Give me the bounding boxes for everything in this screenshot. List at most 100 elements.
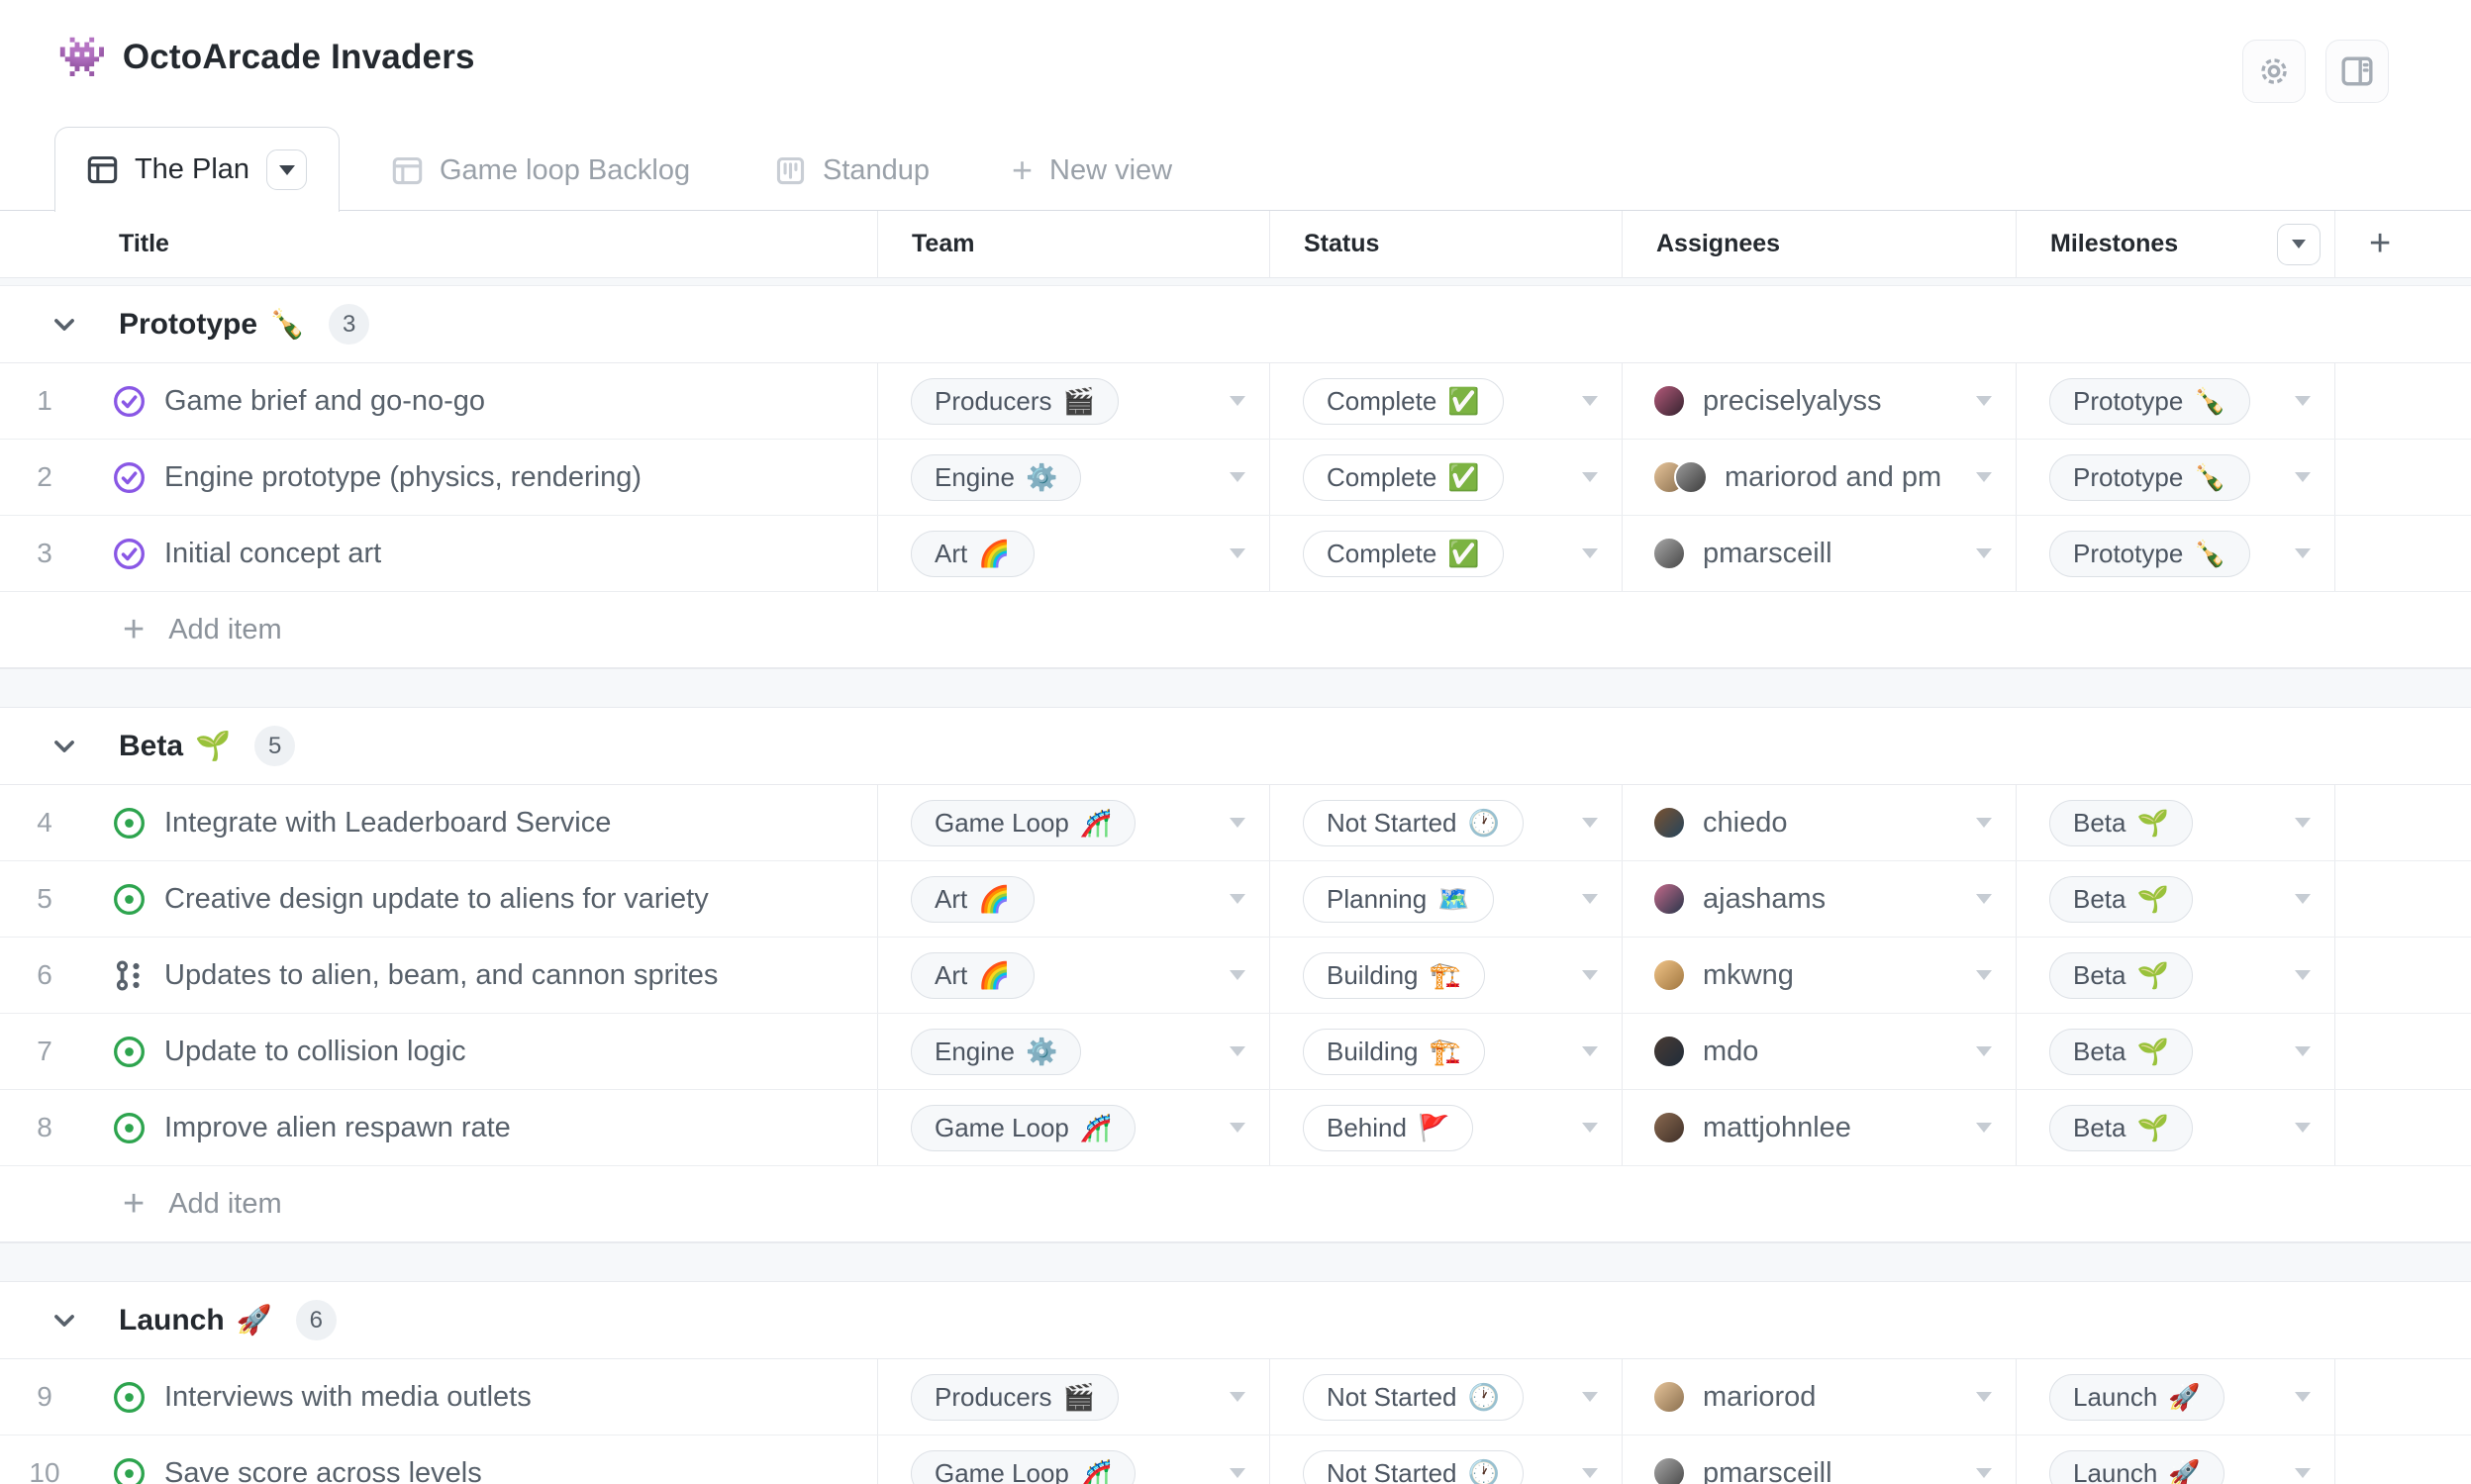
team-pill[interactable]: Game Loop 🎢: [911, 1104, 1137, 1151]
item-title[interactable]: Initial concept art: [164, 538, 381, 570]
column-header-team[interactable]: Team: [877, 211, 1269, 277]
assignees-cell[interactable]: mkwng: [1622, 938, 2016, 1013]
status-pill[interactable]: Complete ✅: [1303, 453, 1504, 501]
avatar[interactable]: [1652, 1035, 1686, 1068]
cell-dropdown-caret-icon[interactable]: [2295, 472, 2311, 482]
status-cell[interactable]: Building 🏗️: [1269, 938, 1622, 1013]
cell-dropdown-caret-icon[interactable]: [1976, 970, 1992, 980]
assignees-cell[interactable]: mariorod and pm: [1622, 440, 2016, 515]
cell-dropdown-caret-icon[interactable]: [2295, 396, 2311, 406]
team-cell[interactable]: Art 🌈: [877, 516, 1269, 591]
milestone-pill[interactable]: Beta 🌱: [2049, 1104, 2193, 1151]
cell-dropdown-caret-icon[interactable]: [1230, 1123, 1245, 1133]
cell-dropdown-caret-icon[interactable]: [1582, 1468, 1598, 1478]
avatar[interactable]: [1652, 384, 1686, 418]
cell-dropdown-caret-icon[interactable]: [1976, 396, 1992, 406]
cell-dropdown-caret-icon[interactable]: [2295, 1123, 2311, 1133]
team-pill[interactable]: Art 🌈: [911, 875, 1035, 923]
milestone-cell[interactable]: Beta 🌱: [2016, 938, 2334, 1013]
status-cell[interactable]: Complete ✅: [1269, 516, 1622, 591]
item-title[interactable]: Update to collision logic: [164, 1036, 466, 1068]
cell-dropdown-caret-icon[interactable]: [1582, 472, 1598, 482]
cell-dropdown-caret-icon[interactable]: [1230, 396, 1245, 406]
cell-dropdown-caret-icon[interactable]: [1976, 472, 1992, 482]
item-title[interactable]: Save score across levels: [164, 1457, 482, 1484]
settings-button[interactable]: [2242, 40, 2306, 103]
tab-menu-button[interactable]: [266, 149, 308, 190]
cell-dropdown-caret-icon[interactable]: [1230, 1392, 1245, 1402]
team-pill[interactable]: Engine ⚙️: [911, 1028, 1082, 1075]
side-panel-button[interactable]: [2325, 40, 2389, 103]
milestone-pill[interactable]: Launch 🚀: [2049, 1449, 2224, 1484]
title-cell[interactable]: 10 Save score across levels: [0, 1435, 877, 1484]
cell-dropdown-caret-icon[interactable]: [1976, 1046, 1992, 1056]
avatar[interactable]: [1674, 460, 1708, 494]
milestone-cell[interactable]: Prototype 🍾: [2016, 516, 2334, 591]
item-title[interactable]: Integrate with Leaderboard Service: [164, 807, 611, 840]
team-pill[interactable]: Art 🌈: [911, 530, 1035, 577]
cell-dropdown-caret-icon[interactable]: [1230, 970, 1245, 980]
assignees-cell[interactable]: mdo: [1622, 1014, 2016, 1089]
milestone-cell[interactable]: Beta 🌱: [2016, 1090, 2334, 1165]
cell-dropdown-caret-icon[interactable]: [1230, 472, 1245, 482]
cell-dropdown-caret-icon[interactable]: [1230, 818, 1245, 828]
column-header-status[interactable]: Status: [1269, 211, 1622, 277]
team-cell[interactable]: Game Loop 🎢: [877, 785, 1269, 860]
tab-game-loop-backlog[interactable]: Game loop Backlog: [392, 141, 690, 200]
avatar[interactable]: [1652, 1380, 1686, 1414]
title-cell[interactable]: 1 Game brief and go-no-go: [0, 363, 877, 439]
column-menu-button[interactable]: [2277, 223, 2321, 265]
cell-dropdown-caret-icon[interactable]: [1230, 548, 1245, 558]
milestone-pill[interactable]: Beta 🌱: [2049, 1028, 2193, 1075]
avatar[interactable]: [1652, 1111, 1686, 1144]
cell-dropdown-caret-icon[interactable]: [2295, 894, 2311, 904]
cell-dropdown-caret-icon[interactable]: [1582, 1123, 1598, 1133]
item-title[interactable]: Updates to alien, beam, and cannon sprit…: [164, 959, 718, 992]
title-cell[interactable]: 2 Engine prototype (physics, rendering): [0, 440, 877, 515]
cell-dropdown-caret-icon[interactable]: [1582, 818, 1598, 828]
column-header-milestones[interactable]: Milestones: [2016, 211, 2334, 277]
status-cell[interactable]: Complete ✅: [1269, 363, 1622, 439]
status-pill[interactable]: Not Started 🕐: [1303, 1373, 1524, 1421]
cell-dropdown-caret-icon[interactable]: [2295, 1046, 2311, 1056]
avatar[interactable]: [1652, 958, 1686, 992]
cell-dropdown-caret-icon[interactable]: [1976, 548, 1992, 558]
team-cell[interactable]: Producers 🎬: [877, 363, 1269, 439]
team-pill[interactable]: Game Loop 🎢: [911, 1449, 1137, 1484]
avatar[interactable]: [1652, 1456, 1686, 1484]
cell-dropdown-caret-icon[interactable]: [1976, 894, 1992, 904]
item-title[interactable]: Interviews with media outlets: [164, 1381, 532, 1414]
status-cell[interactable]: Complete ✅: [1269, 440, 1622, 515]
milestone-pill[interactable]: Beta 🌱: [2049, 951, 2193, 999]
team-cell[interactable]: Engine ⚙️: [877, 1014, 1269, 1089]
status-cell[interactable]: Planning 🗺️: [1269, 861, 1622, 937]
cell-dropdown-caret-icon[interactable]: [2295, 1468, 2311, 1478]
status-pill[interactable]: Complete ✅: [1303, 530, 1504, 577]
milestone-cell[interactable]: Beta 🌱: [2016, 861, 2334, 937]
title-cell[interactable]: 8 Improve alien respawn rate: [0, 1090, 877, 1165]
milestone-cell[interactable]: Launch 🚀: [2016, 1359, 2334, 1435]
cell-dropdown-caret-icon[interactable]: [1976, 1468, 1992, 1478]
cell-dropdown-caret-icon[interactable]: [1976, 1123, 1992, 1133]
cell-dropdown-caret-icon[interactable]: [1230, 1046, 1245, 1056]
title-cell[interactable]: 4 Integrate with Leaderboard Service: [0, 785, 877, 860]
team-cell[interactable]: Art 🌈: [877, 938, 1269, 1013]
status-pill[interactable]: Not Started 🕐: [1303, 799, 1524, 846]
status-cell[interactable]: Not Started 🕐: [1269, 1359, 1622, 1435]
cell-dropdown-caret-icon[interactable]: [1582, 894, 1598, 904]
avatar[interactable]: [1652, 806, 1686, 840]
cell-dropdown-caret-icon[interactable]: [1230, 894, 1245, 904]
team-cell[interactable]: Producers 🎬: [877, 1359, 1269, 1435]
cell-dropdown-caret-icon[interactable]: [1582, 1046, 1598, 1056]
team-pill[interactable]: Game Loop 🎢: [911, 799, 1137, 846]
chevron-down-icon[interactable]: [51, 734, 77, 759]
item-title[interactable]: Creative design update to aliens for var…: [164, 883, 709, 916]
group-collapse-chevron[interactable]: [51, 312, 77, 338]
status-pill[interactable]: Building 🏗️: [1303, 951, 1485, 999]
item-title[interactable]: Improve alien respawn rate: [164, 1112, 511, 1144]
title-cell[interactable]: 3 Initial concept art: [0, 516, 877, 591]
cell-dropdown-caret-icon[interactable]: [2295, 1392, 2311, 1402]
tab-new-view[interactable]: + New view: [1012, 141, 1172, 200]
milestone-cell[interactable]: Prototype 🍾: [2016, 363, 2334, 439]
team-cell[interactable]: Art 🌈: [877, 861, 1269, 937]
